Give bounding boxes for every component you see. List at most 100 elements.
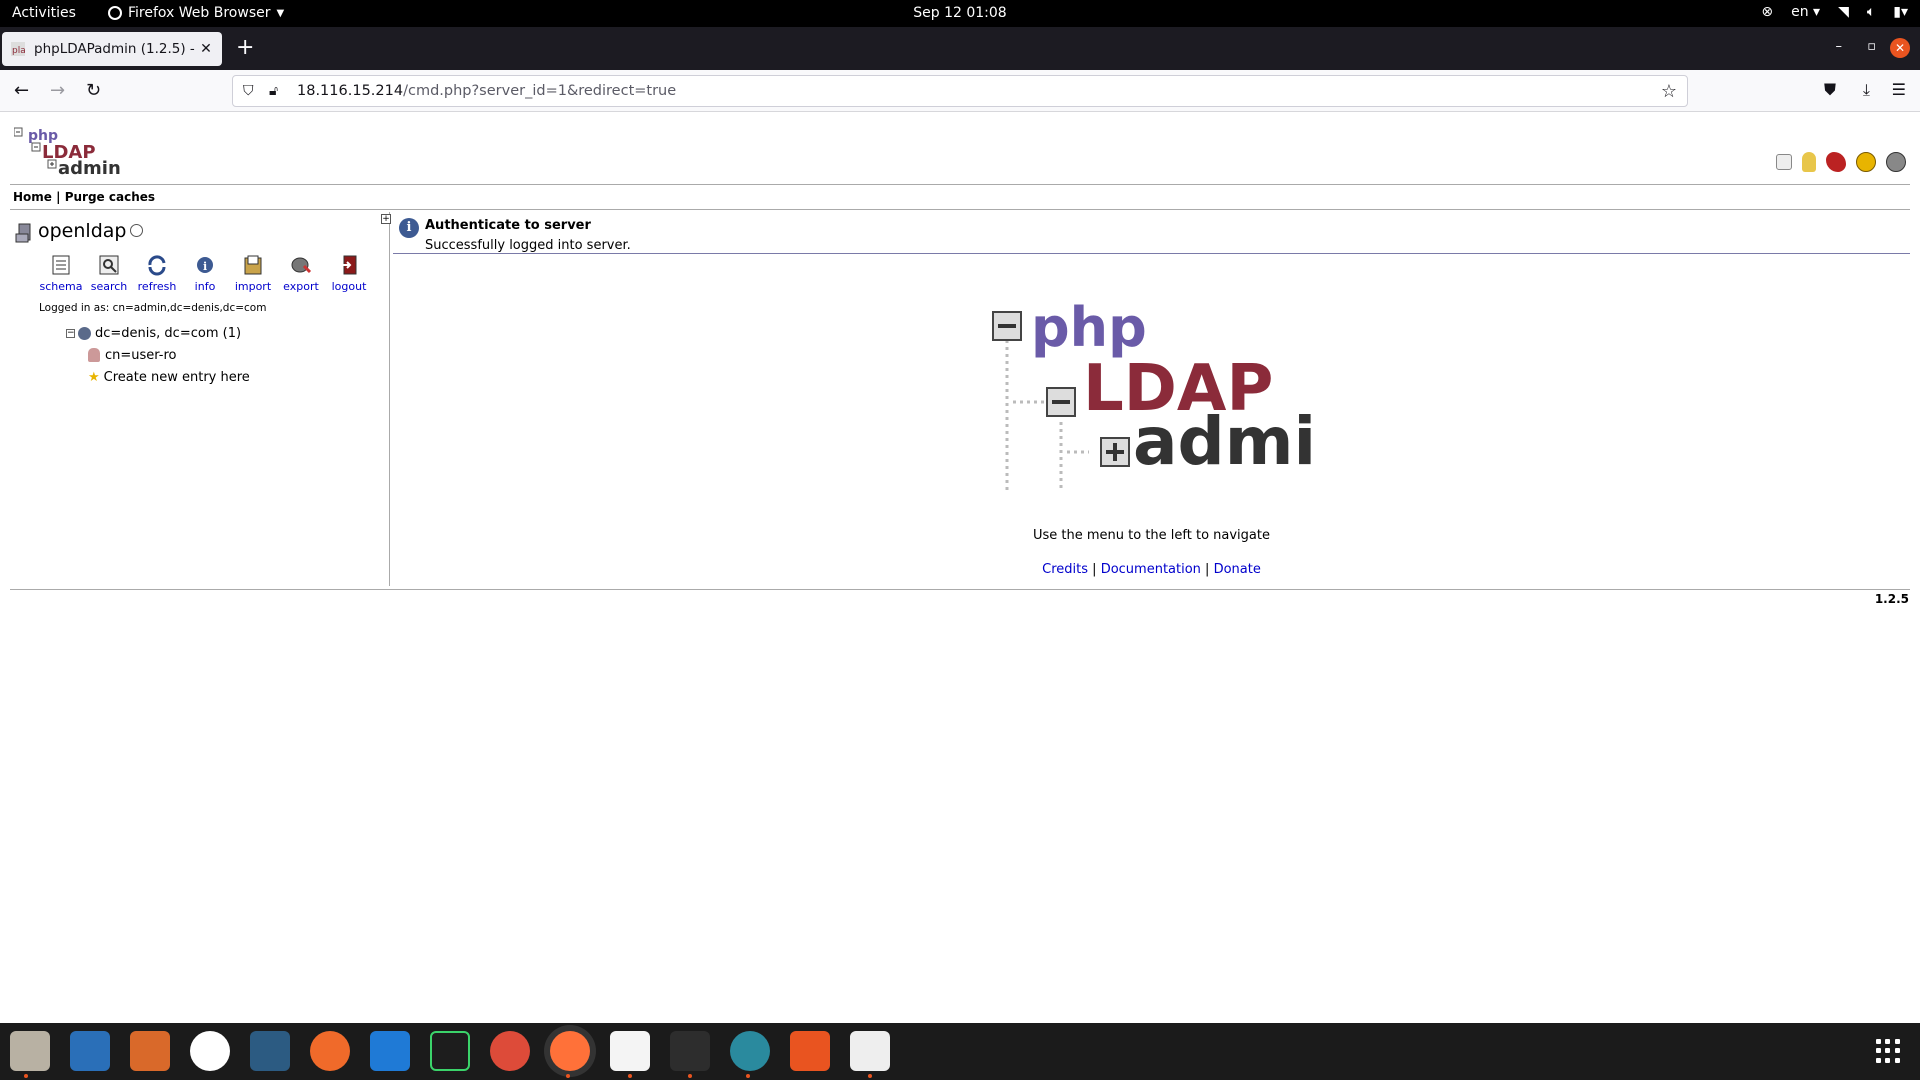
system-message: i Authenticate to server Successfully lo… (393, 212, 1910, 254)
volume-icon: 🔈︎ (1866, 4, 1876, 20)
show-applications-icon[interactable] (1876, 1039, 1900, 1063)
tree-base-entry[interactable]: − dc=denis, dc=com (1) (66, 322, 250, 344)
accessibility-icon[interactable]: ⊗ (1761, 4, 1773, 20)
terminal-icon[interactable] (670, 1031, 710, 1071)
phpldapadmin-logo[interactable]: php LDAP admin (14, 126, 124, 178)
running-indicator (628, 1074, 632, 1078)
url-bar[interactable]: ⛉ 🔓︎ 18.116.15.214/cmd.php?server_id=1&r… (232, 75, 1688, 107)
impress-icon[interactable] (130, 1031, 170, 1071)
app-menu[interactable]: Firefox Web Browser ▼ (108, 5, 284, 21)
server-tools: schema search refresh i info import expo… (40, 254, 370, 293)
divider (10, 184, 1910, 185)
create-entry-row[interactable]: ★ Create new entry here (66, 366, 250, 388)
home-link[interactable]: Home (13, 190, 52, 204)
system-message-title: Authenticate to server (425, 218, 591, 233)
browser-tab[interactable]: pla phpLDAPadmin (1.2.5) - ✕ (2, 32, 222, 66)
firefox-icon[interactable] (550, 1031, 590, 1071)
hamburger-menu-icon[interactable]: ☰ (1892, 80, 1906, 99)
server-icon (15, 223, 31, 243)
collapse-icon[interactable]: − (66, 328, 75, 338)
help-icon[interactable] (1776, 154, 1792, 170)
tree-entry[interactable]: cn=user-ro (66, 344, 250, 366)
minimize-button[interactable]: – (1836, 39, 1843, 54)
software-center-icon[interactable] (790, 1031, 830, 1071)
donate-link[interactable]: Donate (1214, 562, 1261, 577)
expand-collapse-pane-icon[interactable]: + (381, 214, 391, 224)
tool-import[interactable]: import (232, 254, 274, 293)
svg-text:i: i (203, 260, 207, 273)
tool-logout[interactable]: logout (328, 254, 370, 293)
firefox-icon (108, 6, 122, 20)
wifi-icon: ◥ (1838, 4, 1849, 20)
bug-icon[interactable] (1826, 152, 1846, 172)
version-label: 1.2.5 (1874, 592, 1909, 606)
app-menu-label: Firefox Web Browser (128, 5, 271, 21)
maximize-button[interactable]: ▫ (1867, 39, 1876, 54)
tree-base-label[interactable]: dc=denis, dc=com (1) (95, 326, 241, 341)
running-indicator (868, 1074, 872, 1078)
back-button[interactable]: ← (14, 80, 29, 101)
server-tree-pane: openldap + schema search refresh i info (10, 212, 391, 586)
ldap-tree: − dc=denis, dc=com (1) cn=user-ro ★ Crea… (66, 322, 250, 388)
activities-button[interactable]: Activities (12, 5, 76, 21)
shield-icon[interactable]: ⛉ (243, 83, 259, 99)
smiley-icon[interactable] (1856, 152, 1876, 172)
writer-icon[interactable] (70, 1031, 110, 1071)
credits-link[interactable]: Credits (1042, 562, 1088, 577)
documentation-link[interactable]: Documentation (1101, 562, 1201, 577)
clock-icon[interactable] (130, 224, 143, 237)
remote-desktop-icon[interactable] (730, 1031, 770, 1071)
text-editor-icon[interactable] (610, 1031, 650, 1071)
main-pane: i Authenticate to server Successfully lo… (393, 212, 1910, 586)
language-indicator[interactable]: en ▾ (1791, 4, 1820, 20)
search-icon (99, 255, 119, 275)
downloads-icon[interactable]: ⤓ (1863, 80, 1870, 100)
mysql-workbench-icon[interactable] (250, 1031, 290, 1071)
reload-button[interactable]: ↻ (86, 80, 101, 101)
lightbulb-icon[interactable] (1802, 152, 1816, 172)
new-tab-button[interactable]: + (236, 37, 254, 59)
pycharm-icon[interactable] (430, 1031, 470, 1071)
page-content: php LDAP admin Home | Purge caches openl… (0, 112, 1920, 1023)
tool-search[interactable]: search (88, 254, 130, 293)
bookmark-star-icon[interactable]: ☆ (1661, 81, 1677, 102)
running-indicator (746, 1074, 750, 1078)
tool-schema[interactable]: schema (40, 254, 83, 293)
url-text[interactable]: 18.116.15.214/cmd.php?server_id=1&redire… (297, 83, 676, 99)
close-icon[interactable]: ✕ (198, 41, 214, 57)
tree-entry-label[interactable]: cn=user-ro (105, 348, 177, 363)
star-icon: ★ (88, 369, 100, 385)
mongodb-compass-icon[interactable] (190, 1031, 230, 1071)
clock[interactable]: Sep 12 01:08 (913, 5, 1006, 21)
vscode-icon[interactable] (370, 1031, 410, 1071)
insecure-lock-icon[interactable]: 🔓︎ (269, 83, 285, 99)
window-close-button[interactable]: ✕ (1890, 38, 1910, 58)
refresh-icon (148, 255, 166, 276)
files-icon[interactable] (10, 1031, 50, 1071)
pocket-icon[interactable]: ⛊ (1824, 80, 1836, 100)
document-viewer-icon[interactable] (850, 1031, 890, 1071)
header-icons (1776, 152, 1906, 172)
purge-caches-link[interactable]: Purge caches (65, 190, 155, 204)
navigation-toolbar: ← → ↻ ⛉ 🔓︎ 18.116.15.214/cmd.php?server_… (0, 70, 1920, 112)
system-tray[interactable]: ⊗ en ▾ ◥ 🔈︎ ▮▾ (1761, 4, 1908, 20)
export-icon (291, 257, 312, 274)
phpldapadmin-large-logo: php LDAP admin (992, 302, 1321, 492)
navigate-message: Use the menu to the left to navigate (1032, 528, 1270, 543)
forum-help-icon[interactable] (1886, 152, 1906, 172)
svg-text:pla: pla (12, 46, 26, 56)
chrome-icon[interactable] (490, 1031, 530, 1071)
tool-info[interactable]: i info (184, 254, 226, 293)
footer-links: Credits | Documentation | Donate (393, 562, 1910, 577)
create-entry-label[interactable]: Create new entry here (104, 370, 250, 385)
tab-strip: pla phpLDAPadmin (1.2.5) - ✕ + – ▫ ✕ (0, 27, 1920, 70)
forward-button[interactable]: → (50, 80, 65, 101)
tool-export[interactable]: export (280, 254, 322, 293)
running-indicator (24, 1074, 28, 1078)
divider (10, 589, 1910, 590)
tool-refresh[interactable]: refresh (136, 254, 178, 293)
postman-icon[interactable] (310, 1031, 350, 1071)
chevron-down-icon: ▼ (276, 7, 285, 19)
info-icon: i (399, 218, 419, 238)
link-separator: | (1205, 562, 1210, 577)
